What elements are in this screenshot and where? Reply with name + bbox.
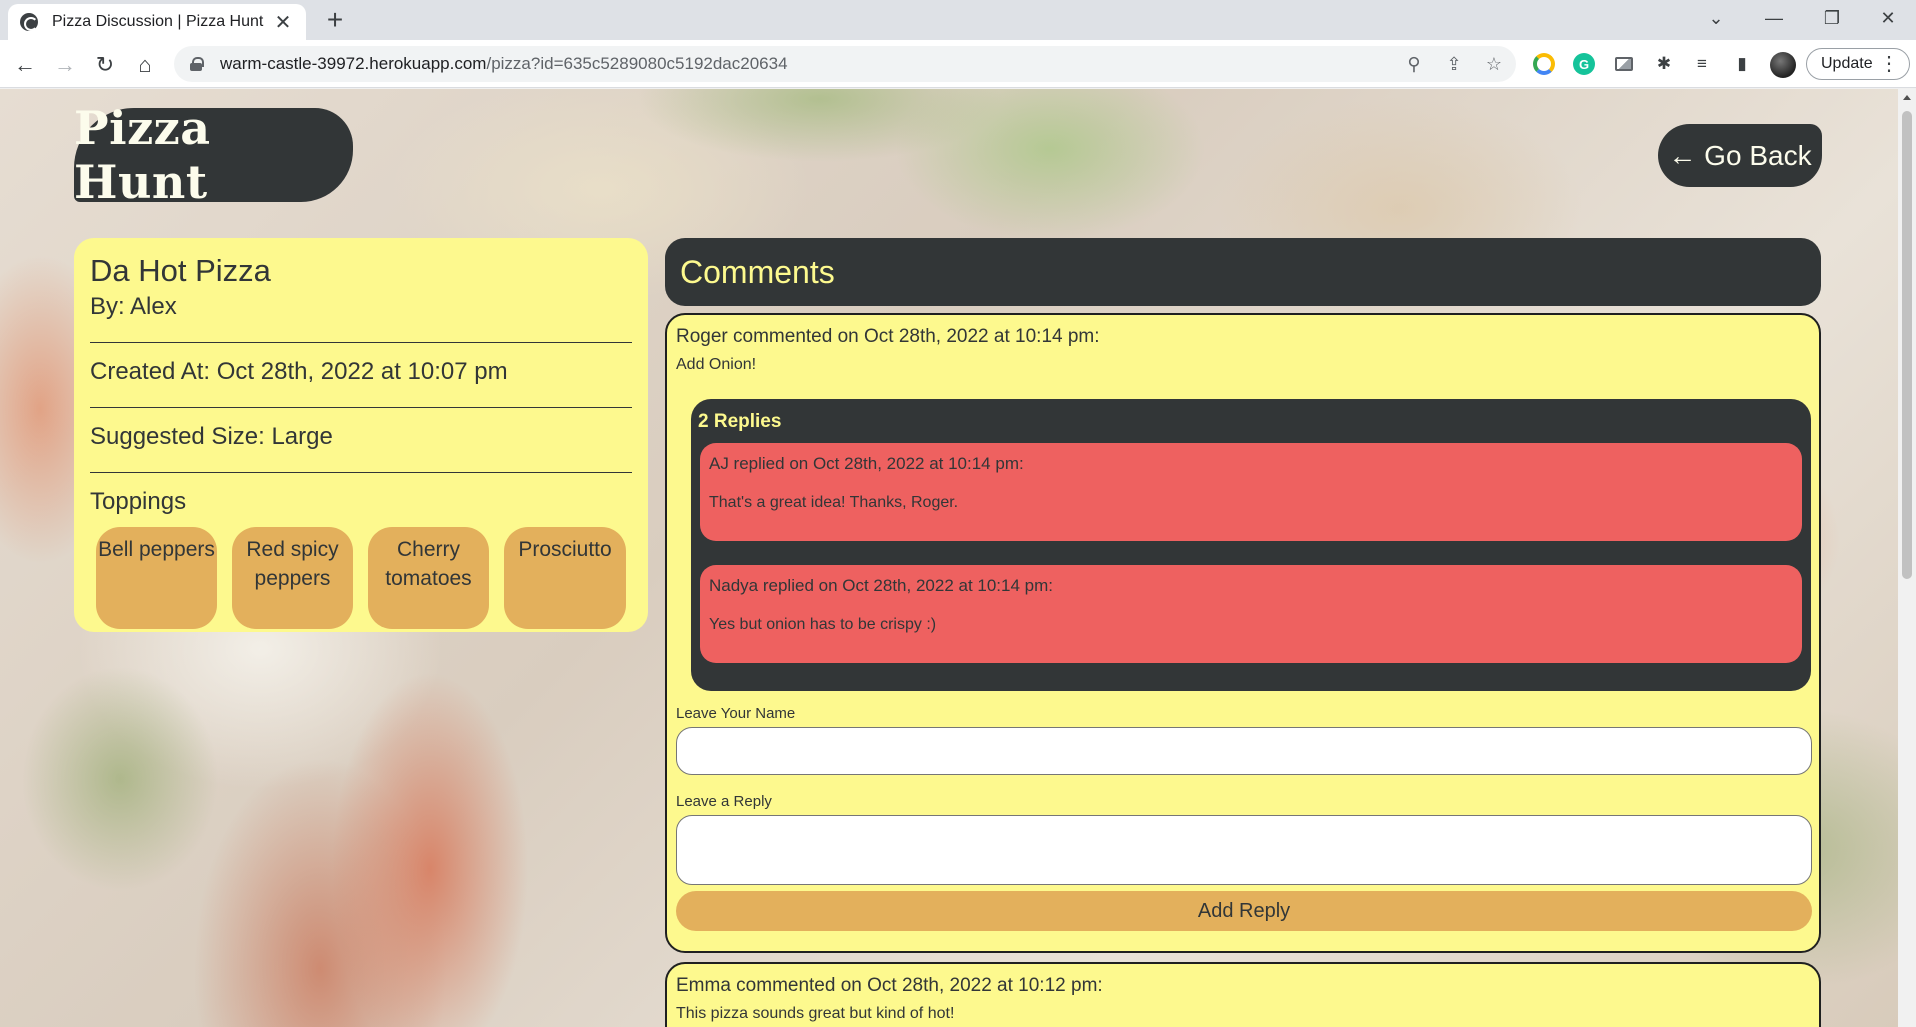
comment-card: Roger commented on Oct 28th, 2022 at 10:… [665,313,1821,953]
comment-meta: Emma commented on Oct 28th, 2022 at 10:1… [676,975,1103,996]
pizza-details-card: Da Hot Pizza By: Alex Created At: Oct 28… [74,238,648,632]
globe-icon [20,13,38,31]
browser-tab-strip: Pizza Discussion | Pizza Hunt ✕ + ⌄ — ❐ … [0,0,1916,40]
pizza-created-at: Created At: Oct 28th, 2022 at 10:07 pm [90,358,508,385]
pizza-author: By: Alex [90,293,177,320]
divider [90,472,632,473]
reply-field-label: Leave a Reply [676,793,772,810]
browser-tab-active[interactable]: Pizza Discussion | Pizza Hunt ✕ [8,4,306,40]
tab-search-chevron-icon[interactable]: ⌄ [1688,0,1744,36]
page-scrollbar[interactable] [1898,89,1916,1027]
page-viewport: Pizza Hunt ← Go Back Da Hot Pizza By: Al… [0,89,1898,1027]
screenshot-extension-icon[interactable] [1613,53,1635,75]
back-arrow-icon[interactable]: ← [10,50,40,80]
reply-text: Yes but onion has to be crispy :) [709,616,937,633]
reply-item: AJ replied on Oct 28th, 2022 at 10:14 pm… [700,443,1802,541]
replies-section: 2 Replies AJ replied on Oct 28th, 2022 a… [691,399,1811,691]
scrollbar-thumb[interactable] [1902,111,1912,579]
comment-meta: Roger commented on Oct 28th, 2022 at 10:… [676,326,1100,347]
media-control-icon[interactable]: ≡ [1691,53,1713,75]
scroll-up-arrow-icon[interactable] [1903,95,1911,100]
comment-text: Add Onion! [676,356,757,373]
bookmark-star-icon[interactable]: ☆ [1482,52,1506,76]
reply-meta: AJ replied on Oct 28th, 2022 at 10:14 pm… [709,454,1024,473]
minimize-window-button[interactable]: — [1746,0,1802,36]
comments-header: Comments [665,238,1821,306]
toppings-list: Bell peppers Red spicy peppers Cherry to… [90,527,632,629]
tab-title: Pizza Discussion | Pizza Hunt [52,13,264,30]
comment-text: This pizza sounds great but kind of hot! [676,1005,955,1022]
reply-item: Nadya replied on Oct 28th, 2022 at 10:14… [700,565,1802,663]
forward-arrow-icon[interactable]: → [50,50,80,80]
profile-avatar[interactable] [1770,52,1796,78]
home-icon[interactable]: ⌂ [130,50,160,80]
replies-count: 2 Replies [698,411,782,432]
go-back-button[interactable]: ← Go Back [1658,124,1822,187]
share-icon[interactable]: ⇪ [1442,52,1466,76]
reply-name-input[interactable] [676,727,1812,775]
divider [90,407,632,408]
address-bar[interactable]: warm-castle-39972.herokuapp.com/pizza?id… [174,46,1516,82]
comment-card: Emma commented on Oct 28th, 2022 at 10:1… [665,962,1821,1027]
comments-title: Comments [680,253,835,290]
reply-meta: Nadya replied on Oct 28th, 2022 at 10:14… [709,576,1054,595]
restore-window-button[interactable]: ❐ [1804,0,1860,36]
chrome-extension-icon[interactable] [1533,53,1555,75]
reload-icon[interactable]: ↻ [90,50,120,80]
grammarly-extension-icon[interactable]: G [1573,53,1595,75]
toppings-title: Toppings [90,488,187,515]
topping-badge: Red spicy peppers [232,527,353,629]
side-panel-icon[interactable]: ▮ [1731,53,1753,75]
lock-icon[interactable] [190,57,204,71]
extensions-puzzle-icon[interactable]: ✱ [1653,53,1675,75]
name-field-label: Leave Your Name [676,705,796,722]
reply-text-input[interactable] [676,815,1812,885]
reply-text: That's a great idea! Thanks, Roger. [709,494,959,511]
logo-text: Pizza Hunt [74,101,211,209]
close-tab-icon[interactable]: ✕ [272,10,294,35]
topping-badge: Bell peppers [96,527,217,629]
update-label: Update [1821,55,1873,72]
pizza-size: Suggested Size: Large [90,423,333,450]
close-window-button[interactable]: ✕ [1860,0,1916,36]
update-button[interactable]: Update ⋮ [1806,48,1910,80]
menu-dots-icon[interactable]: ⋮ [1879,52,1899,76]
url-path: /pizza?id=635c5289080c5192dac20634 [486,54,788,73]
topping-badge: Cherry tomatoes [368,527,489,629]
zoom-icon[interactable]: ⚲ [1402,52,1426,76]
topping-badge: Prosciutto [504,527,626,629]
add-reply-button[interactable]: Add Reply [676,891,1812,931]
site-logo[interactable]: Pizza Hunt [74,101,353,209]
url-host: warm-castle-39972.herokuapp.com [220,54,487,73]
browser-toolbar: ← → ↻ ⌂ warm-castle-39972.herokuapp.com /… [0,40,1916,88]
divider [90,342,632,343]
new-tab-button[interactable]: + [320,6,350,34]
pizza-name: Da Hot Pizza [90,253,271,288]
